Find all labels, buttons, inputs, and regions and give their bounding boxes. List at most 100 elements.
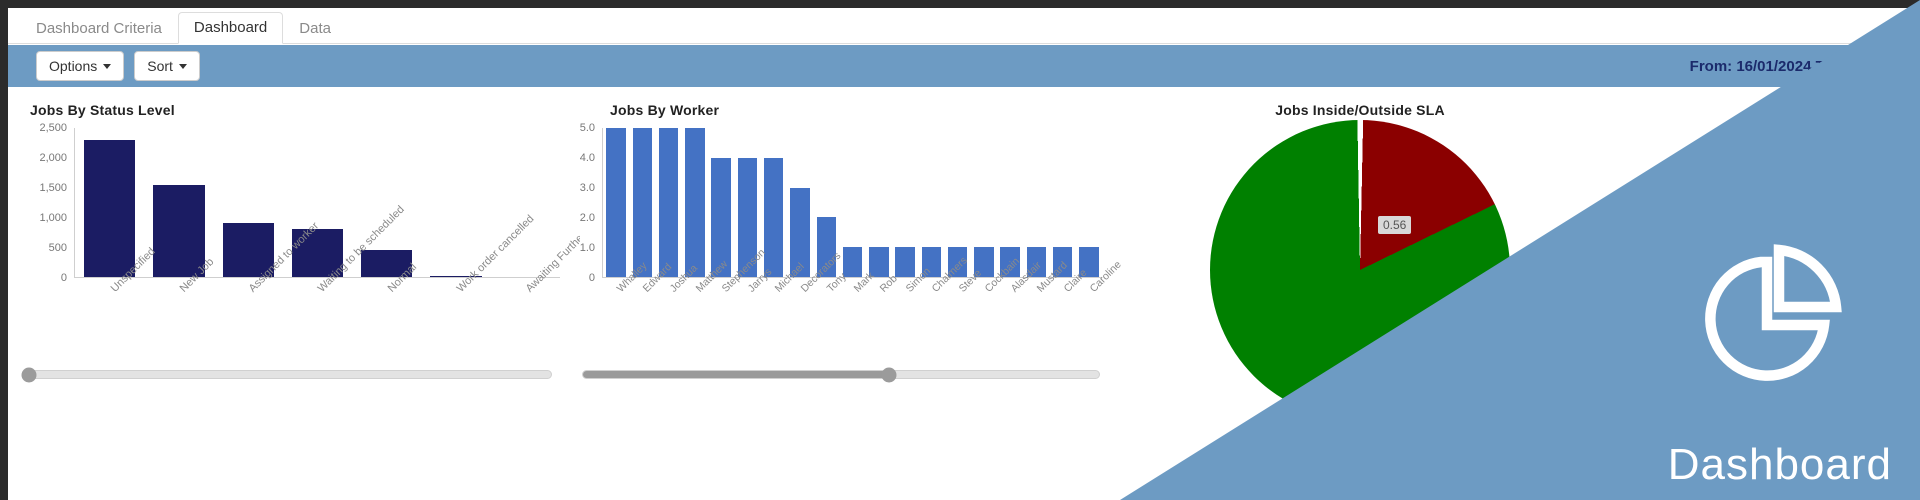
bar-cell[interactable]: [629, 128, 655, 277]
x-tick-labels-worker: Whalley Edward Joshua Matthew Stephenson Jarr…: [603, 247, 1124, 358]
y-tick-label: 3.0: [579, 182, 595, 194]
bar-cell[interactable]: [918, 128, 944, 277]
pie-chart-icon: [1705, 244, 1842, 381]
x-tick-cell: Jarrys: [734, 266, 775, 358]
scrollbar-handle[interactable]: [21, 367, 37, 382]
scrollbar-fill: [583, 371, 888, 378]
horizontal-scrollbar-worker[interactable]: [582, 367, 1100, 382]
x-tick-cell: Normal: [352, 261, 421, 358]
window-left-edge: [0, 0, 8, 500]
chevron-down-icon: [103, 63, 112, 69]
x-tick-cell: Joshua: [656, 262, 699, 358]
bar-cell[interactable]: [1023, 128, 1049, 277]
bar[interactable]: [658, 128, 679, 277]
x-tick-cell: Michael: [761, 261, 806, 358]
y-tick-label: 2,500: [39, 122, 67, 134]
window-top-edge: [0, 0, 1920, 8]
tab-dashboard-criteria[interactable]: Dashboard Criteria: [20, 13, 178, 44]
bar-cell[interactable]: [656, 128, 682, 277]
tab-bar: Dashboard Criteria Dashboard Data: [8, 8, 1920, 44]
bar[interactable]: [685, 128, 705, 277]
x-tick-cell: Claire: [1050, 267, 1089, 358]
y-tick-label: 1,000: [39, 212, 67, 224]
bar-cell[interactable]: [997, 128, 1023, 277]
y-tick-label: 1.0: [579, 242, 595, 254]
bar-cell[interactable]: [1076, 128, 1102, 277]
x-tick-cell: Mustard: [1023, 259, 1070, 358]
bar-cell[interactable]: [75, 128, 144, 277]
x-tick-cell: Work order cancelled: [421, 213, 537, 358]
pie-chart-sla: 0.56: [1210, 120, 1510, 420]
x-tick-cell: Edward: [629, 261, 675, 358]
date-range-label: From: 16/01/2024 To: 16/02/2: [1689, 57, 1892, 75]
chart-title-worker: Jobs By Worker: [610, 102, 720, 118]
y-tick-label: 2,000: [39, 152, 67, 164]
chevron-down-icon: [178, 63, 187, 69]
pie-value-tooltip: 0.56: [1378, 216, 1412, 234]
bar[interactable]: [895, 247, 915, 277]
bar[interactable]: [842, 247, 863, 277]
tab-data[interactable]: Data: [283, 13, 347, 44]
x-tick-cell: Waiting to be scheduled: [283, 204, 407, 358]
bar-cell[interactable]: [892, 128, 918, 277]
scrollbar-handle[interactable]: [881, 367, 897, 382]
x-tick-cell: Tony: [813, 271, 849, 358]
x-tick-cell: Decorators: [787, 250, 844, 358]
bar[interactable]: [153, 185, 205, 277]
chart-panel-jobs-by-worker: Jobs By Worker Whalley Edward Joshua Matthe…: [580, 88, 1140, 388]
chart-title-sla: Jobs Inside/Outside SLA: [1275, 102, 1445, 118]
x-tick-cell: Alasdair: [997, 259, 1044, 358]
x-tick-cell: Simon: [892, 265, 934, 358]
watermark-label: Dashboard: [1667, 440, 1892, 489]
x-tick-labels-status: Unspecified New Job Assigned to worker Wait…: [75, 204, 604, 358]
x-tick-cell: Cockbain: [971, 255, 1021, 358]
chart-title-status: Jobs By Status Level: [30, 102, 175, 118]
bar-cell[interactable]: [1050, 128, 1076, 277]
chart-panel-jobs-inside-outside-sla: Jobs Inside/Outside SLA 0.56: [1150, 88, 1570, 420]
toolbar: Options Sort From: 16/01/2024 To: 16/02/…: [8, 45, 1920, 87]
bar-cell[interactable]: [421, 128, 490, 277]
options-button[interactable]: Options: [36, 51, 125, 81]
x-tick-cell: Matthew: [682, 258, 731, 358]
sort-button-label: Sort: [147, 58, 173, 74]
bar-series-worker: [603, 128, 1102, 277]
x-tick-cell: Caroline: [1076, 259, 1123, 358]
x-tick-cell: Unspecified: [75, 246, 157, 358]
pie-slices: [1210, 120, 1510, 420]
x-tick-cell: Mark: [839, 270, 876, 358]
x-tick-cell: Steve: [944, 267, 983, 358]
sort-button[interactable]: Sort: [134, 51, 200, 81]
x-tick-cell: Whalley: [603, 260, 650, 358]
bar[interactable]: [869, 247, 889, 277]
application-window: Dashboard Criteria Dashboard Data Option…: [0, 0, 1920, 500]
bar[interactable]: [84, 139, 136, 277]
y-tick-label: 0: [60, 272, 67, 284]
bar-cell[interactable]: [682, 128, 708, 277]
x-tick-cell: Rob: [866, 273, 899, 358]
y-tick-label: 0: [588, 272, 595, 284]
options-button-label: Options: [49, 58, 98, 74]
y-tick-label: 500: [48, 242, 67, 254]
bar-cell[interactable]: [839, 128, 865, 277]
bar-cell[interactable]: [944, 128, 970, 277]
horizontal-scrollbar-status[interactable]: [21, 367, 552, 382]
y-tick-label: 5.0: [579, 122, 595, 134]
y-tick-label: 4.0: [579, 152, 595, 164]
bar-cell[interactable]: [603, 128, 629, 277]
plot-area-status: Unspecified New Job Assigned to worker Wait…: [39, 122, 604, 295]
bar-cell[interactable]: [971, 128, 997, 277]
bar[interactable]: [764, 157, 784, 277]
bar-cell[interactable]: [866, 128, 892, 277]
plot-area-worker: Whalley Edward Joshua Matthew Stephenson Jarr…: [580, 122, 1124, 295]
x-tick-cell: Chalmers: [918, 254, 970, 358]
y-tick-label: 1,500: [39, 182, 67, 194]
bar[interactable]: [632, 128, 653, 277]
bar[interactable]: [606, 128, 626, 277]
x-tick-cell: Stephenson: [708, 247, 768, 358]
bar-cell[interactable]: [787, 128, 813, 277]
bar-cell[interactable]: [708, 128, 734, 277]
bar-cell[interactable]: [214, 128, 283, 277]
tab-dashboard[interactable]: Dashboard: [177, 12, 284, 44]
x-tick-cell: Assigned to worker: [214, 220, 322, 358]
y-tick-label: 2.0: [579, 212, 595, 224]
